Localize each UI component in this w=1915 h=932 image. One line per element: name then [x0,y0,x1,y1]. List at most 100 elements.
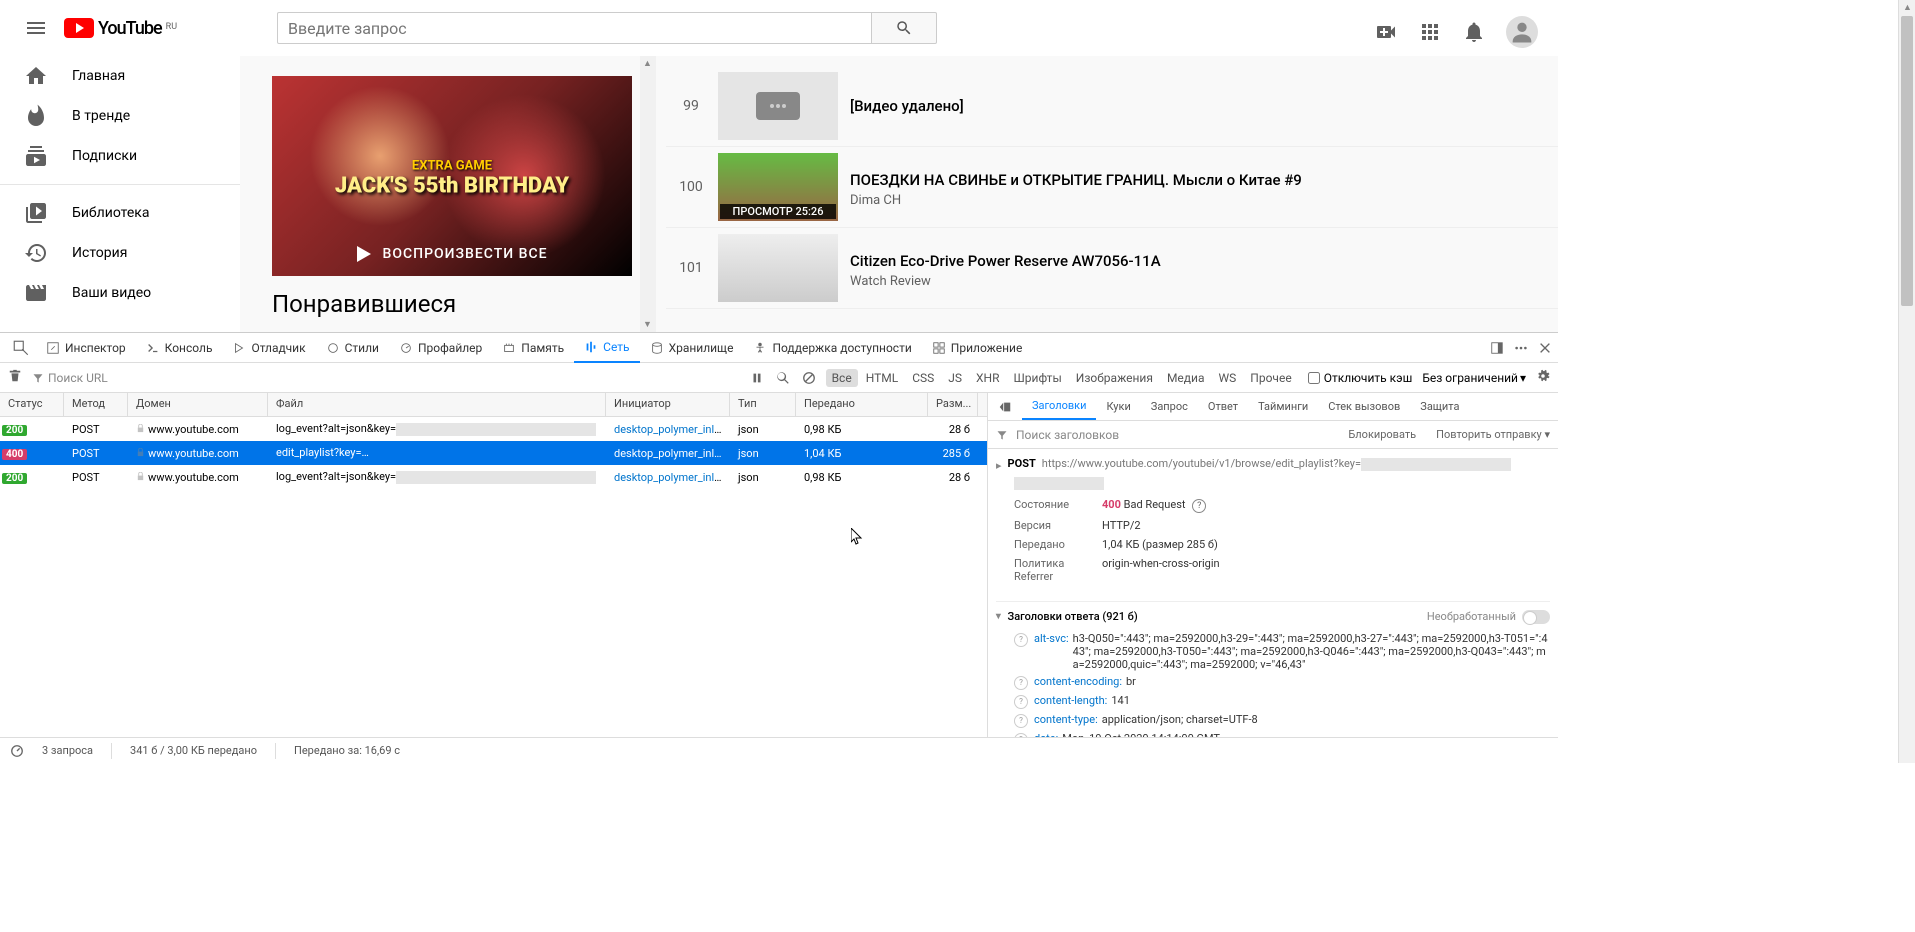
clear-icon[interactable] [8,369,22,386]
devtools: Инспектор Консоль Отладчик Стили Профайл… [0,332,1558,763]
filter-type-Изображения[interactable]: Изображения [1070,369,1159,387]
filter-type-Шрифты[interactable]: Шрифты [1007,369,1067,387]
request-url: https://www.youtube.com/youtubei/v1/brow… [1042,457,1511,471]
block-link[interactable]: Блокировать [1348,428,1416,441]
hero-big-text: JACK'S 55th BIRTHDAY [335,174,569,199]
column-header[interactable]: Файл [268,393,606,416]
devtools-tab-Сеть[interactable]: Сеть [574,333,639,363]
filter-type-Медиа[interactable]: Медиа [1161,369,1211,387]
menu-icon[interactable] [24,16,48,40]
sidebar-item-subscriptions[interactable]: Подписки [0,136,240,176]
devtools-tab-Инспектор[interactable]: Инспектор [36,333,136,363]
filter-type-HTML[interactable]: HTML [860,369,905,387]
video-title: [Видео удалено] [850,97,1548,115]
network-request-row[interactable]: 200 POST www.youtube.com log_event?alt=j… [0,465,987,489]
search-input[interactable] [277,12,872,44]
details-tab-Запрос[interactable]: Запрос [1141,393,1198,420]
details-tab-Ответ[interactable]: Ответ [1198,393,1248,420]
devtools-tab-Стили[interactable]: Стили [316,333,389,363]
performance-icon[interactable] [10,744,24,758]
filter-type-JS[interactable]: JS [942,369,968,387]
more-icon[interactable] [1514,341,1528,355]
hero-small-text: EXTRA GAME [412,159,492,174]
apps-icon[interactable] [1418,20,1442,44]
create-icon[interactable] [1374,20,1398,44]
raw-toggle[interactable] [1522,610,1550,624]
back-icon[interactable] [988,393,1022,420]
video-title: Citizen Eco-Drive Power Reserve AW7056-1… [850,252,1548,270]
devtools-tab-Отладчик[interactable]: Отладчик [222,333,315,363]
playlist-hero-image[interactable]: EXTRA GAME JACK'S 55th BIRTHDAY ВОСПРОИЗ… [272,76,632,276]
network-request-row[interactable]: 200 POST www.youtube.com log_event?alt=j… [0,417,987,441]
column-header[interactable]: Инициатор [606,393,730,416]
video-index: 100 [676,179,706,195]
expand-icon[interactable]: ▸ [996,459,1002,472]
search-button[interactable] [872,12,937,44]
notifications-icon[interactable] [1462,20,1486,44]
network-toolbar: Поиск URL ВсеHTMLCSSJSXHRШрифтыИзображен… [0,363,1558,393]
filter-type-CSS[interactable]: CSS [906,369,940,387]
pause-icon[interactable] [750,371,764,385]
dock-icon[interactable] [1490,341,1504,355]
devtools-tab-Профайлер[interactable]: Профайлер [389,333,492,363]
disable-cache-checkbox[interactable]: Отключить кэш [1308,371,1413,385]
column-header[interactable]: Метод [64,393,128,416]
video-author: Watch Review [850,274,1548,289]
element-picker-icon[interactable] [12,339,30,357]
filter-icon [996,429,1008,441]
network-request-row[interactable]: 400 POST www.youtube.com edit_playlist?k… [0,441,987,465]
transferred-size: 341 б / 3,00 КБ передано [130,744,257,757]
sidebar-item-library[interactable]: Библиотека [0,193,240,233]
youtube-logo[interactable]: YouTube RU [64,18,177,39]
column-header[interactable]: Передано [796,393,928,416]
logo-text: YouTube [98,18,162,39]
transfer-time: Передано за: 16,69 с [294,744,400,757]
play-all-button[interactable]: ВОСПРОИЗВЕСТИ ВСЕ [357,236,548,276]
devtools-tab-Поддержка доступности[interactable]: Поддержка доступности [743,333,921,363]
details-tab-Тайминги[interactable]: Тайминги [1248,393,1318,420]
filter-type-Все[interactable]: Все [826,369,858,387]
block-icon[interactable] [802,371,816,385]
video-thumbnail [718,234,838,302]
resend-link[interactable]: Повторить отправку ▾ [1426,428,1550,441]
sidebar-item-home[interactable]: Главная [0,56,240,96]
devtools-tab-Приложение[interactable]: Приложение [922,333,1033,363]
settings-icon[interactable] [1536,369,1550,386]
column-header[interactable]: Разм... [928,393,978,416]
filter-type-XHR[interactable]: XHR [970,369,1005,387]
filter-type-WS[interactable]: WS [1213,369,1243,387]
video-author: Dima CH [850,193,1548,208]
request-method: POST [1008,457,1036,470]
search-icon[interactable] [776,371,790,385]
filter-type-Прочее[interactable]: Прочее [1244,369,1297,387]
sidebar-item-trending[interactable]: В тренде [0,96,240,136]
video-list: 99[Видео удалено]100ПРОСМОТР 25:26ПОЕЗДК… [656,56,1558,332]
devtools-tab-Консоль[interactable]: Консоль [136,333,223,363]
video-row[interactable]: 100ПРОСМОТР 25:26ПОЕЗДКИ НА СВИНЬЕ и ОТК… [666,147,1558,228]
throttle-select[interactable]: Без ограничений ▾ [1422,371,1526,385]
avatar[interactable] [1506,16,1538,48]
column-header[interactable]: Домен [128,393,268,416]
details-tab-Защита[interactable]: Защита [1410,393,1469,420]
headers-search-input[interactable]: Поиск заголовков [1016,428,1330,442]
details-tab-Куки[interactable]: Куки [1096,393,1140,420]
content-scrollbar[interactable] [640,56,656,332]
url-filter[interactable]: Поиск URL [32,371,108,385]
page-scrollbar[interactable] [1898,0,1915,763]
collapse-icon[interactable]: ▸ [992,614,1005,620]
requests-count: 3 запроса [42,744,93,757]
details-tab-Заголовки[interactable]: Заголовки [1022,393,1096,420]
video-row[interactable]: 101Citizen Eco-Drive Power Reserve AW705… [666,228,1558,309]
details-tab-Стек вызовов[interactable]: Стек вызовов [1318,393,1410,420]
close-icon[interactable] [1538,341,1552,355]
column-header[interactable]: Статус [0,393,64,416]
devtools-tab-Хранилище[interactable]: Хранилище [640,333,744,363]
sidebar-item-your-videos[interactable]: Ваши видео [0,273,240,313]
playlist-title: Понравившиеся [272,290,620,318]
network-table: СтатусМетодДоменФайлИнициаторТипПередано… [0,393,988,763]
column-header[interactable]: Тип [730,393,796,416]
sidebar-item-history[interactable]: История [0,233,240,273]
devtools-tab-Память[interactable]: Память [492,333,574,363]
response-headers-section[interactable]: Заголовки ответа (921 б) [1008,610,1138,623]
video-row[interactable]: 99[Видео удалено] [666,66,1558,147]
